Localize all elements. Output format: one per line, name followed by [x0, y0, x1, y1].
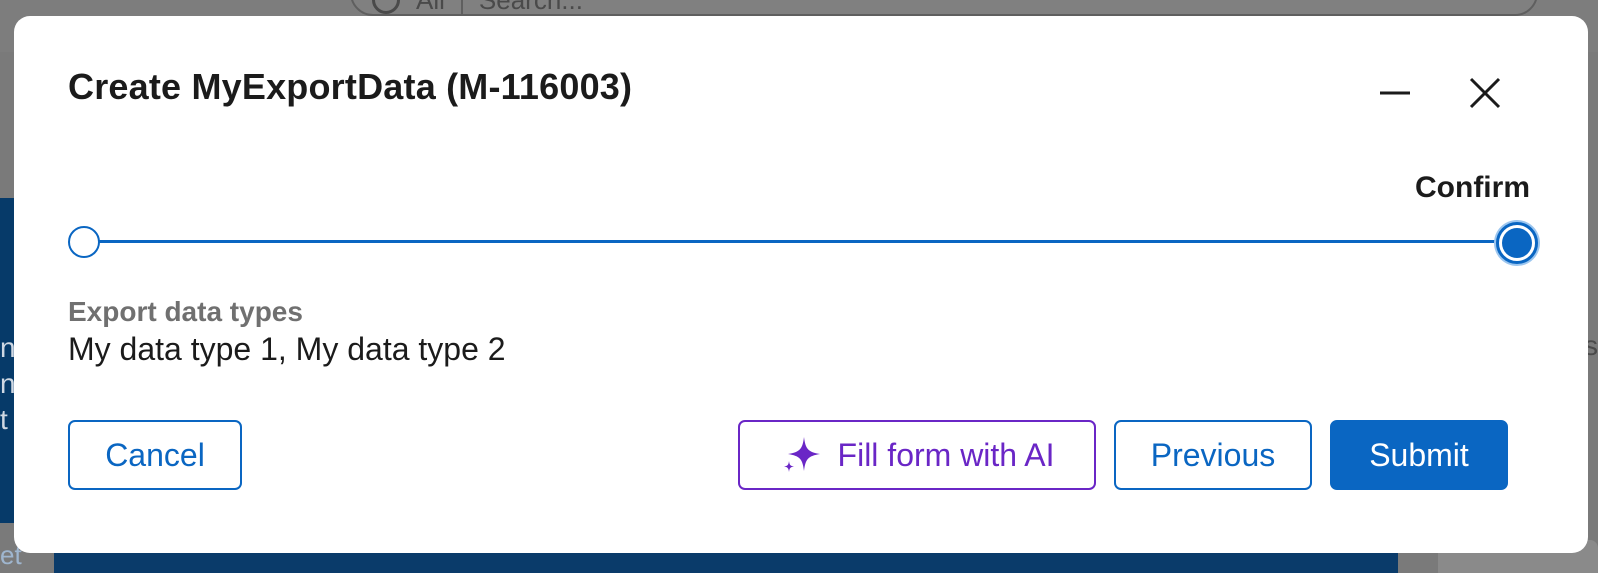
background-text-fragment: n: [0, 368, 14, 399]
export-data-types-label: Export data types: [68, 296, 303, 327]
minimize-icon: [1380, 91, 1410, 95]
create-export-dialog: Create MyExportData (M-116003) Confirm E…: [14, 16, 1588, 553]
minimize-button[interactable]: [1370, 68, 1420, 118]
previous-button[interactable]: Previous: [1114, 420, 1312, 490]
close-icon: [1469, 77, 1501, 109]
sparkle-icon: [783, 437, 820, 472]
background-search-bar: All Search...: [350, 0, 1538, 20]
background-text-fragment: n: [0, 332, 14, 363]
step-marker-confirm[interactable]: [1496, 222, 1538, 264]
close-button[interactable]: [1460, 68, 1510, 118]
stepper-track: [84, 240, 1534, 243]
cancel-button[interactable]: Cancel: [68, 420, 242, 490]
search-icon: [372, 0, 400, 14]
step-marker-start[interactable]: [68, 226, 100, 258]
search-scope: All: [416, 0, 445, 16]
submit-button[interactable]: Submit: [1330, 420, 1508, 490]
dialog-title: Create MyExportData (M-116003): [68, 66, 633, 107]
step-label-confirm: Confirm: [1415, 171, 1530, 204]
background-left-text: n n t: [0, 330, 14, 438]
fill-form-with-ai-label: Fill form with AI: [837, 436, 1055, 473]
export-data-types-value: My data type 1, My data type 2: [68, 331, 506, 367]
search-placeholder: Search...: [479, 0, 583, 16]
background-text-fragment: t: [0, 404, 8, 435]
fill-form-with-ai-button[interactable]: Fill form with AI: [738, 420, 1096, 490]
